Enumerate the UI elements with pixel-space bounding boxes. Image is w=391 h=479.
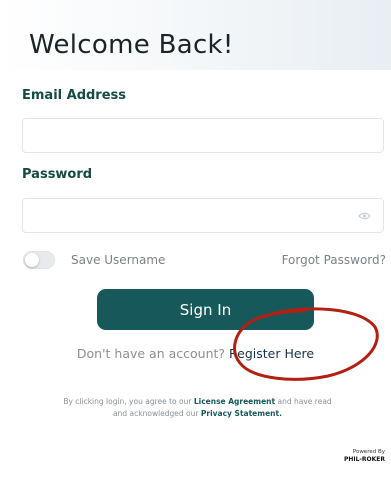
terms-line2-prefix: and acknowledged our	[113, 409, 199, 418]
password-field-container[interactable]	[22, 198, 384, 233]
save-username-toggle[interactable]	[23, 251, 55, 269]
privacy-statement-link[interactable]: Privacy Statement.	[201, 409, 282, 418]
page-title: Welcome Back!	[29, 30, 234, 60]
toggle-knob	[25, 253, 39, 267]
eye-icon[interactable]	[358, 211, 371, 221]
password-field[interactable]	[23, 199, 383, 232]
register-link[interactable]: Register Here	[229, 346, 314, 361]
register-row: Don't have an account? Register Here	[0, 346, 391, 361]
email-label: Email Address	[22, 88, 127, 103]
terms-line1-prefix: By clicking login, you agree to our	[63, 397, 192, 406]
powered-by-brand: PHIL-ROKER	[343, 456, 385, 463]
powered-by-label: Powered By	[352, 449, 385, 455]
email-field-container[interactable]	[22, 118, 384, 153]
register-prompt: Don't have an account?	[76, 346, 226, 361]
email-field[interactable]	[23, 119, 383, 152]
password-label: Password	[22, 167, 93, 182]
terms-line1-suffix: and have read	[277, 397, 332, 406]
powered-by: Powered By PHIL-ROKER	[344, 449, 385, 463]
sign-in-button[interactable]: Sign In	[97, 289, 314, 330]
license-agreement-link[interactable]: License Agreement	[194, 397, 275, 406]
save-username-label: Save Username	[71, 253, 166, 267]
forgot-password-link[interactable]: Forgot Password?	[282, 253, 386, 267]
terms-text: By clicking login, you agree to our Lice…	[20, 396, 375, 420]
